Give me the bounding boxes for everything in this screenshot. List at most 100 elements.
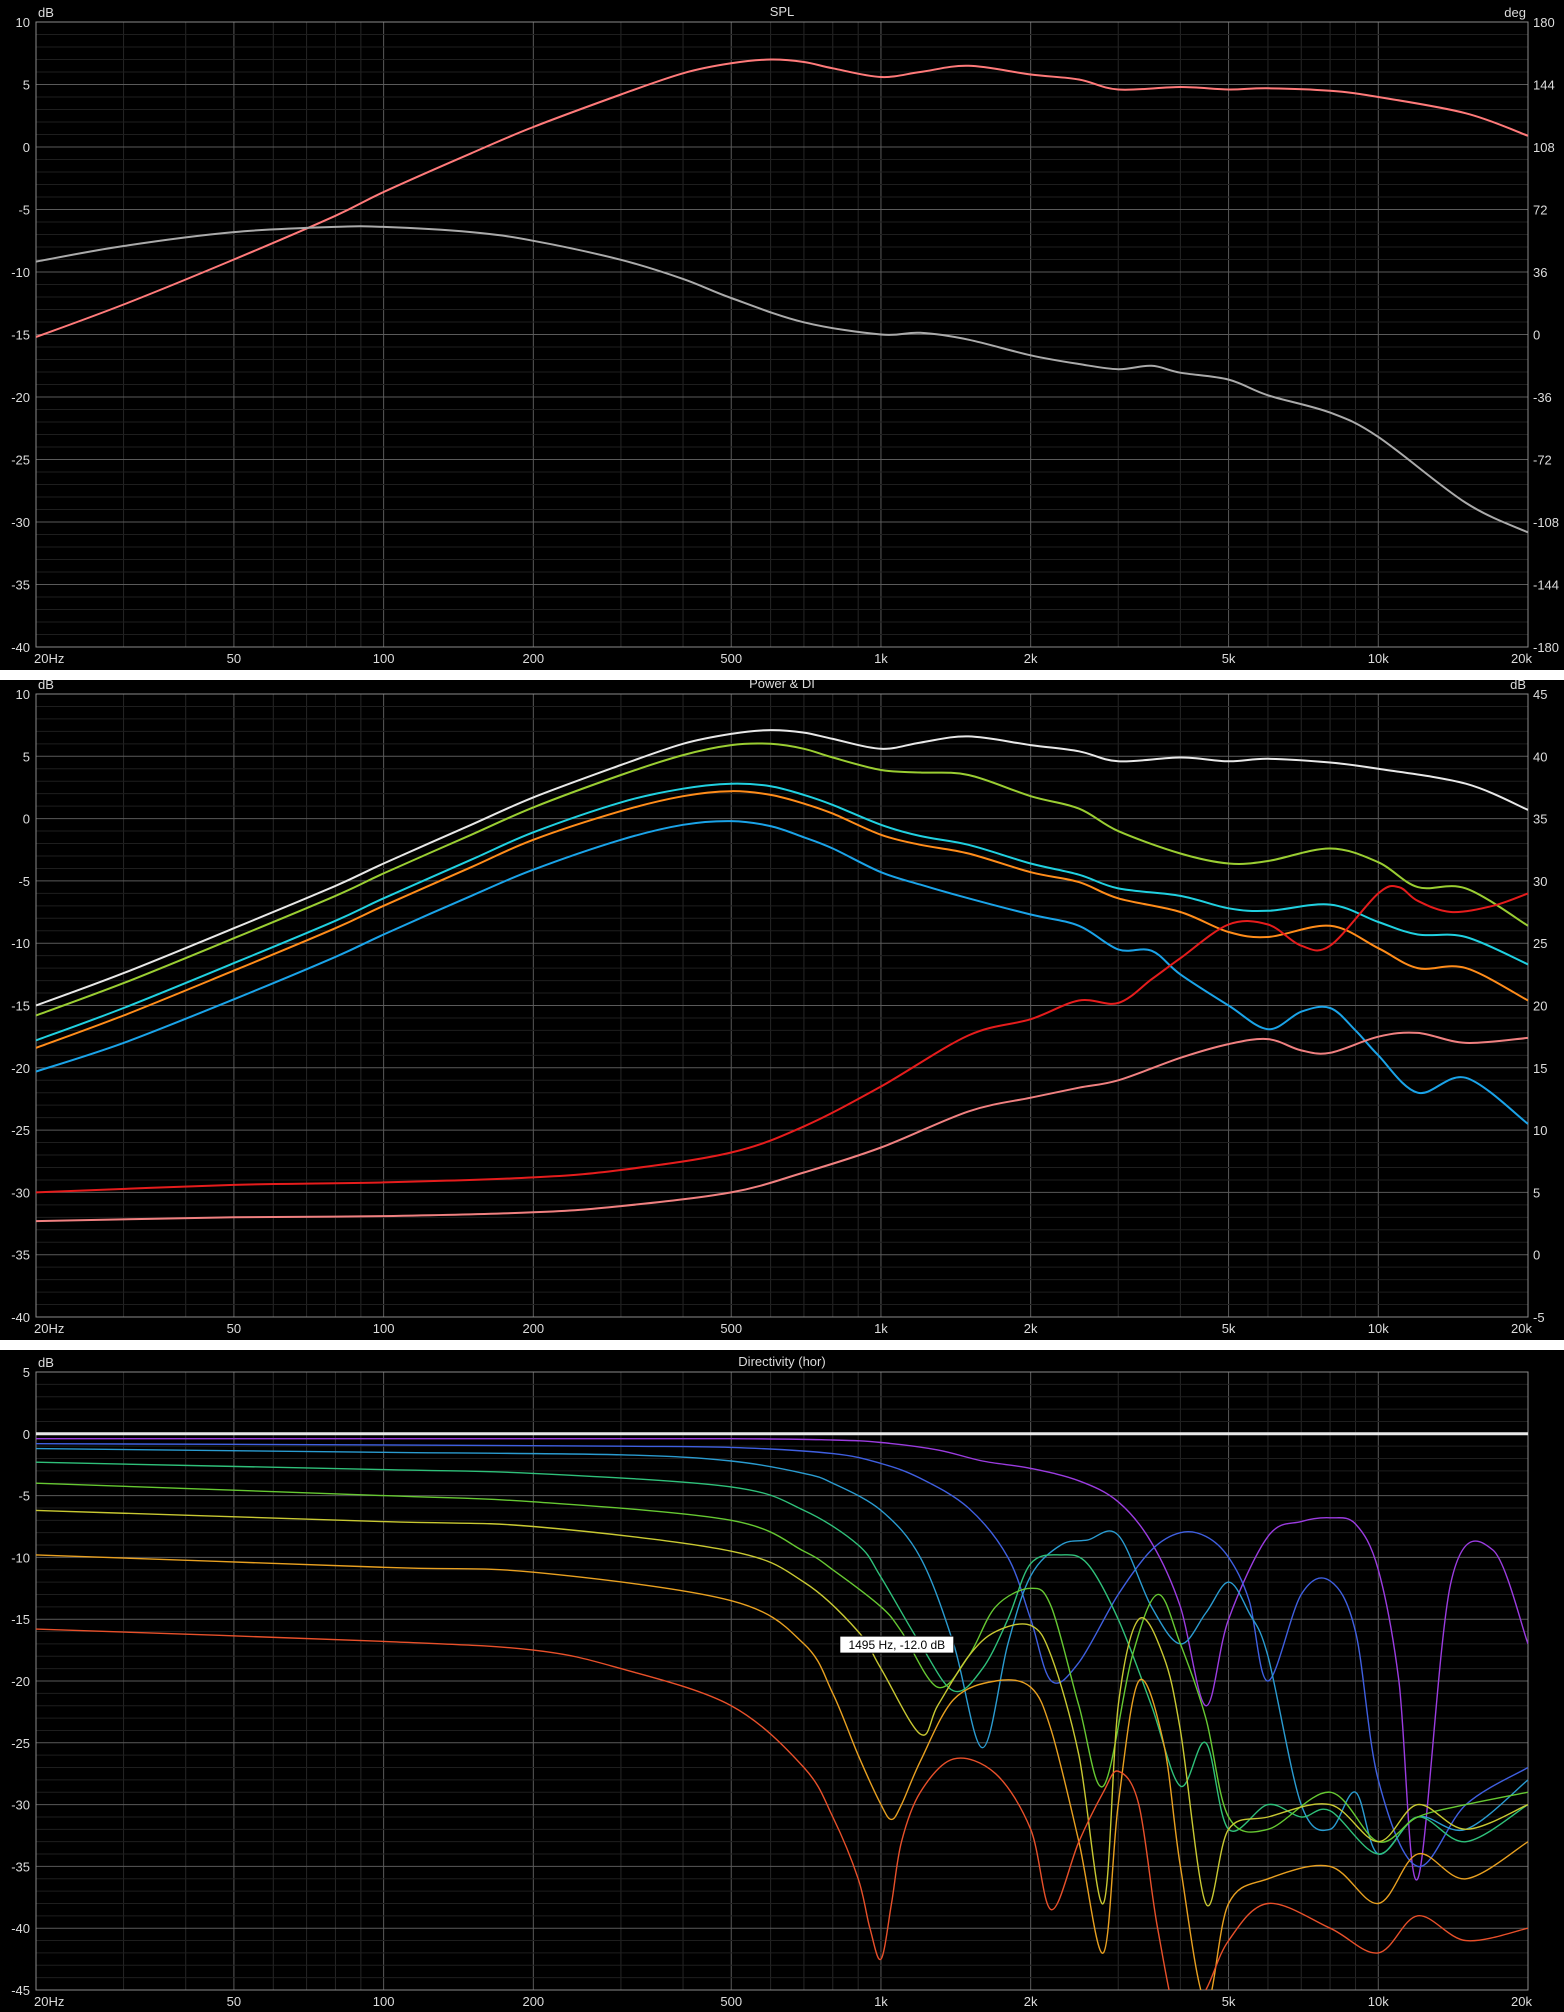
x-tick-label: 200: [522, 651, 544, 666]
x-tick-label: 2k: [1024, 1994, 1038, 2009]
y2-tick-label: 15: [1533, 1061, 1547, 1076]
chart-title: SPL: [770, 4, 795, 19]
x-tick-label: 5k: [1222, 1321, 1236, 1336]
y-tick-label: -30: [11, 1185, 30, 1200]
x-tick-label: 10k: [1368, 1994, 1389, 2009]
x-tick-label: 100: [373, 1994, 395, 2009]
x-tick-label: 20Hz: [34, 1321, 64, 1336]
x-tick-label: 20k: [1511, 1994, 1532, 2009]
y2-tick-label: -144: [1533, 578, 1559, 593]
y-tick-label: -20: [11, 390, 30, 405]
y-tick-label: 5: [23, 1365, 30, 1380]
y2-tick-label: 0: [1533, 1248, 1540, 1263]
y2-tick-label: -5: [1533, 1310, 1545, 1325]
y2-tick-label: 72: [1533, 203, 1547, 218]
x-tick-label: 10k: [1368, 1321, 1389, 1336]
x-tick-label: 50: [227, 651, 241, 666]
y2-tick-label: -108: [1533, 515, 1559, 530]
series-line: [36, 58, 1528, 338]
y2-tick-label: 0: [1533, 328, 1540, 343]
series-line: [36, 729, 1528, 1007]
spl-chart: SPLdB deg1050-5-10-15-20-25-30-35-4018014…: [11, 4, 1559, 666]
y2-tick-label: 36: [1533, 265, 1547, 280]
x-tick-label: 200: [522, 1994, 544, 2009]
y-tick-label: -20: [11, 1674, 30, 1689]
panel-separator: [0, 670, 1564, 680]
y2-tick-label: 45: [1533, 687, 1547, 702]
x-tick-label: 500: [720, 1994, 742, 2009]
y2-axis-label: dB: [1510, 680, 1526, 692]
y-tick-label: -15: [11, 999, 30, 1014]
y-tick-label: -10: [11, 265, 30, 280]
y-tick-label: -30: [11, 1798, 30, 1813]
x-tick-label: 1k: [874, 1321, 888, 1336]
y-tick-label: 5: [23, 749, 30, 764]
x-tick-label: 50: [227, 1321, 241, 1336]
x-tick-label: 2k: [1024, 1321, 1038, 1336]
y-axis-label: dB: [38, 680, 54, 692]
x-tick-label: 20k: [1511, 651, 1532, 666]
y-tick-label: -15: [11, 328, 30, 343]
y-tick-label: -40: [11, 1921, 30, 1936]
y2-tick-label: 108: [1533, 140, 1555, 155]
series-line: [36, 1482, 1528, 1843]
y-tick-label: -25: [11, 1123, 30, 1138]
series-line: [36, 782, 1528, 1042]
y-tick-label: -35: [11, 578, 30, 593]
cursor-readout-text: 1495 Hz, -12.0 dB: [848, 1638, 945, 1652]
y2-tick-label: 40: [1533, 749, 1547, 764]
y-tick-label: -5: [18, 1489, 30, 1504]
y-tick-label: -25: [11, 453, 30, 468]
x-tick-label: 500: [720, 1321, 742, 1336]
y-tick-label: -10: [11, 1550, 30, 1565]
x-tick-label: 5k: [1222, 651, 1236, 666]
app-window: SPL dB deg 10 5 0 -5 -10 -15 -20 -25 -30 -35 -40 180 14…: [0, 0, 1564, 2012]
series-line: [36, 820, 1528, 1125]
y2-tick-label: 35: [1533, 812, 1547, 827]
chart-title: Directivity (hor): [738, 1354, 825, 1369]
y-tick-label: 0: [23, 812, 30, 827]
x-tick-label: 100: [373, 651, 395, 666]
y2-axis-label: deg: [1504, 5, 1526, 20]
series-line: [36, 742, 1528, 1017]
y-tick-label: -35: [11, 1248, 30, 1263]
y-tick-label: -5: [18, 203, 30, 218]
chart-title: Power & DI: [749, 680, 815, 691]
y2-tick-label: 30: [1533, 874, 1547, 889]
y-tick-label: -30: [11, 515, 30, 530]
panel-separator: [0, 1340, 1564, 1350]
y2-tick-label: -72: [1533, 453, 1552, 468]
y2-tick-label: 20: [1533, 999, 1547, 1014]
x-tick-label: 20Hz: [34, 1994, 64, 2009]
x-tick-label: 20k: [1511, 1321, 1532, 1336]
x-tick-label: 10k: [1368, 651, 1389, 666]
series-line: [36, 884, 1528, 1194]
series-line: [36, 1447, 1528, 1855]
x-tick-label: 50: [227, 1994, 241, 2009]
x-tick-label: 1k: [874, 651, 888, 666]
y-axis-label: dB: [38, 1355, 54, 1370]
power-di-chart: Power & DIdB dB1050-5-10-15-20-25-30-35-4…: [11, 680, 1547, 1336]
series-line: [36, 1628, 1528, 1990]
y2-tick-label: 10: [1533, 1123, 1547, 1138]
y-tick-label: 5: [23, 78, 30, 93]
y2-tick-label: 25: [1533, 936, 1547, 951]
y-tick-label: -35: [11, 1859, 30, 1874]
y2-tick-label: 5: [1533, 1185, 1540, 1200]
y-tick-label: -5: [18, 874, 30, 889]
y-tick-label: -10: [11, 936, 30, 951]
y2-tick-label: 144: [1533, 78, 1555, 93]
y-tick-label: -25: [11, 1736, 30, 1751]
y-tick-label: 10: [16, 15, 30, 30]
y-tick-label: 0: [23, 140, 30, 155]
y-tick-label: -15: [11, 1612, 30, 1627]
y-tick-label: -40: [11, 1310, 30, 1325]
directivity-chart: Directivity (hor) dB 50 -5 -10 -15 -20 -25 -30 -3…: [11, 1354, 1532, 2009]
y-tick-label: -40: [11, 640, 30, 655]
y-tick-label: 10: [16, 687, 30, 702]
x-tick-label: 5k: [1222, 1994, 1236, 2009]
x-tick-label: 500: [720, 651, 742, 666]
x-tick-label: 100: [373, 1321, 395, 1336]
series-line: [36, 1554, 1528, 1990]
y-tick-label: -45: [11, 1983, 30, 1998]
